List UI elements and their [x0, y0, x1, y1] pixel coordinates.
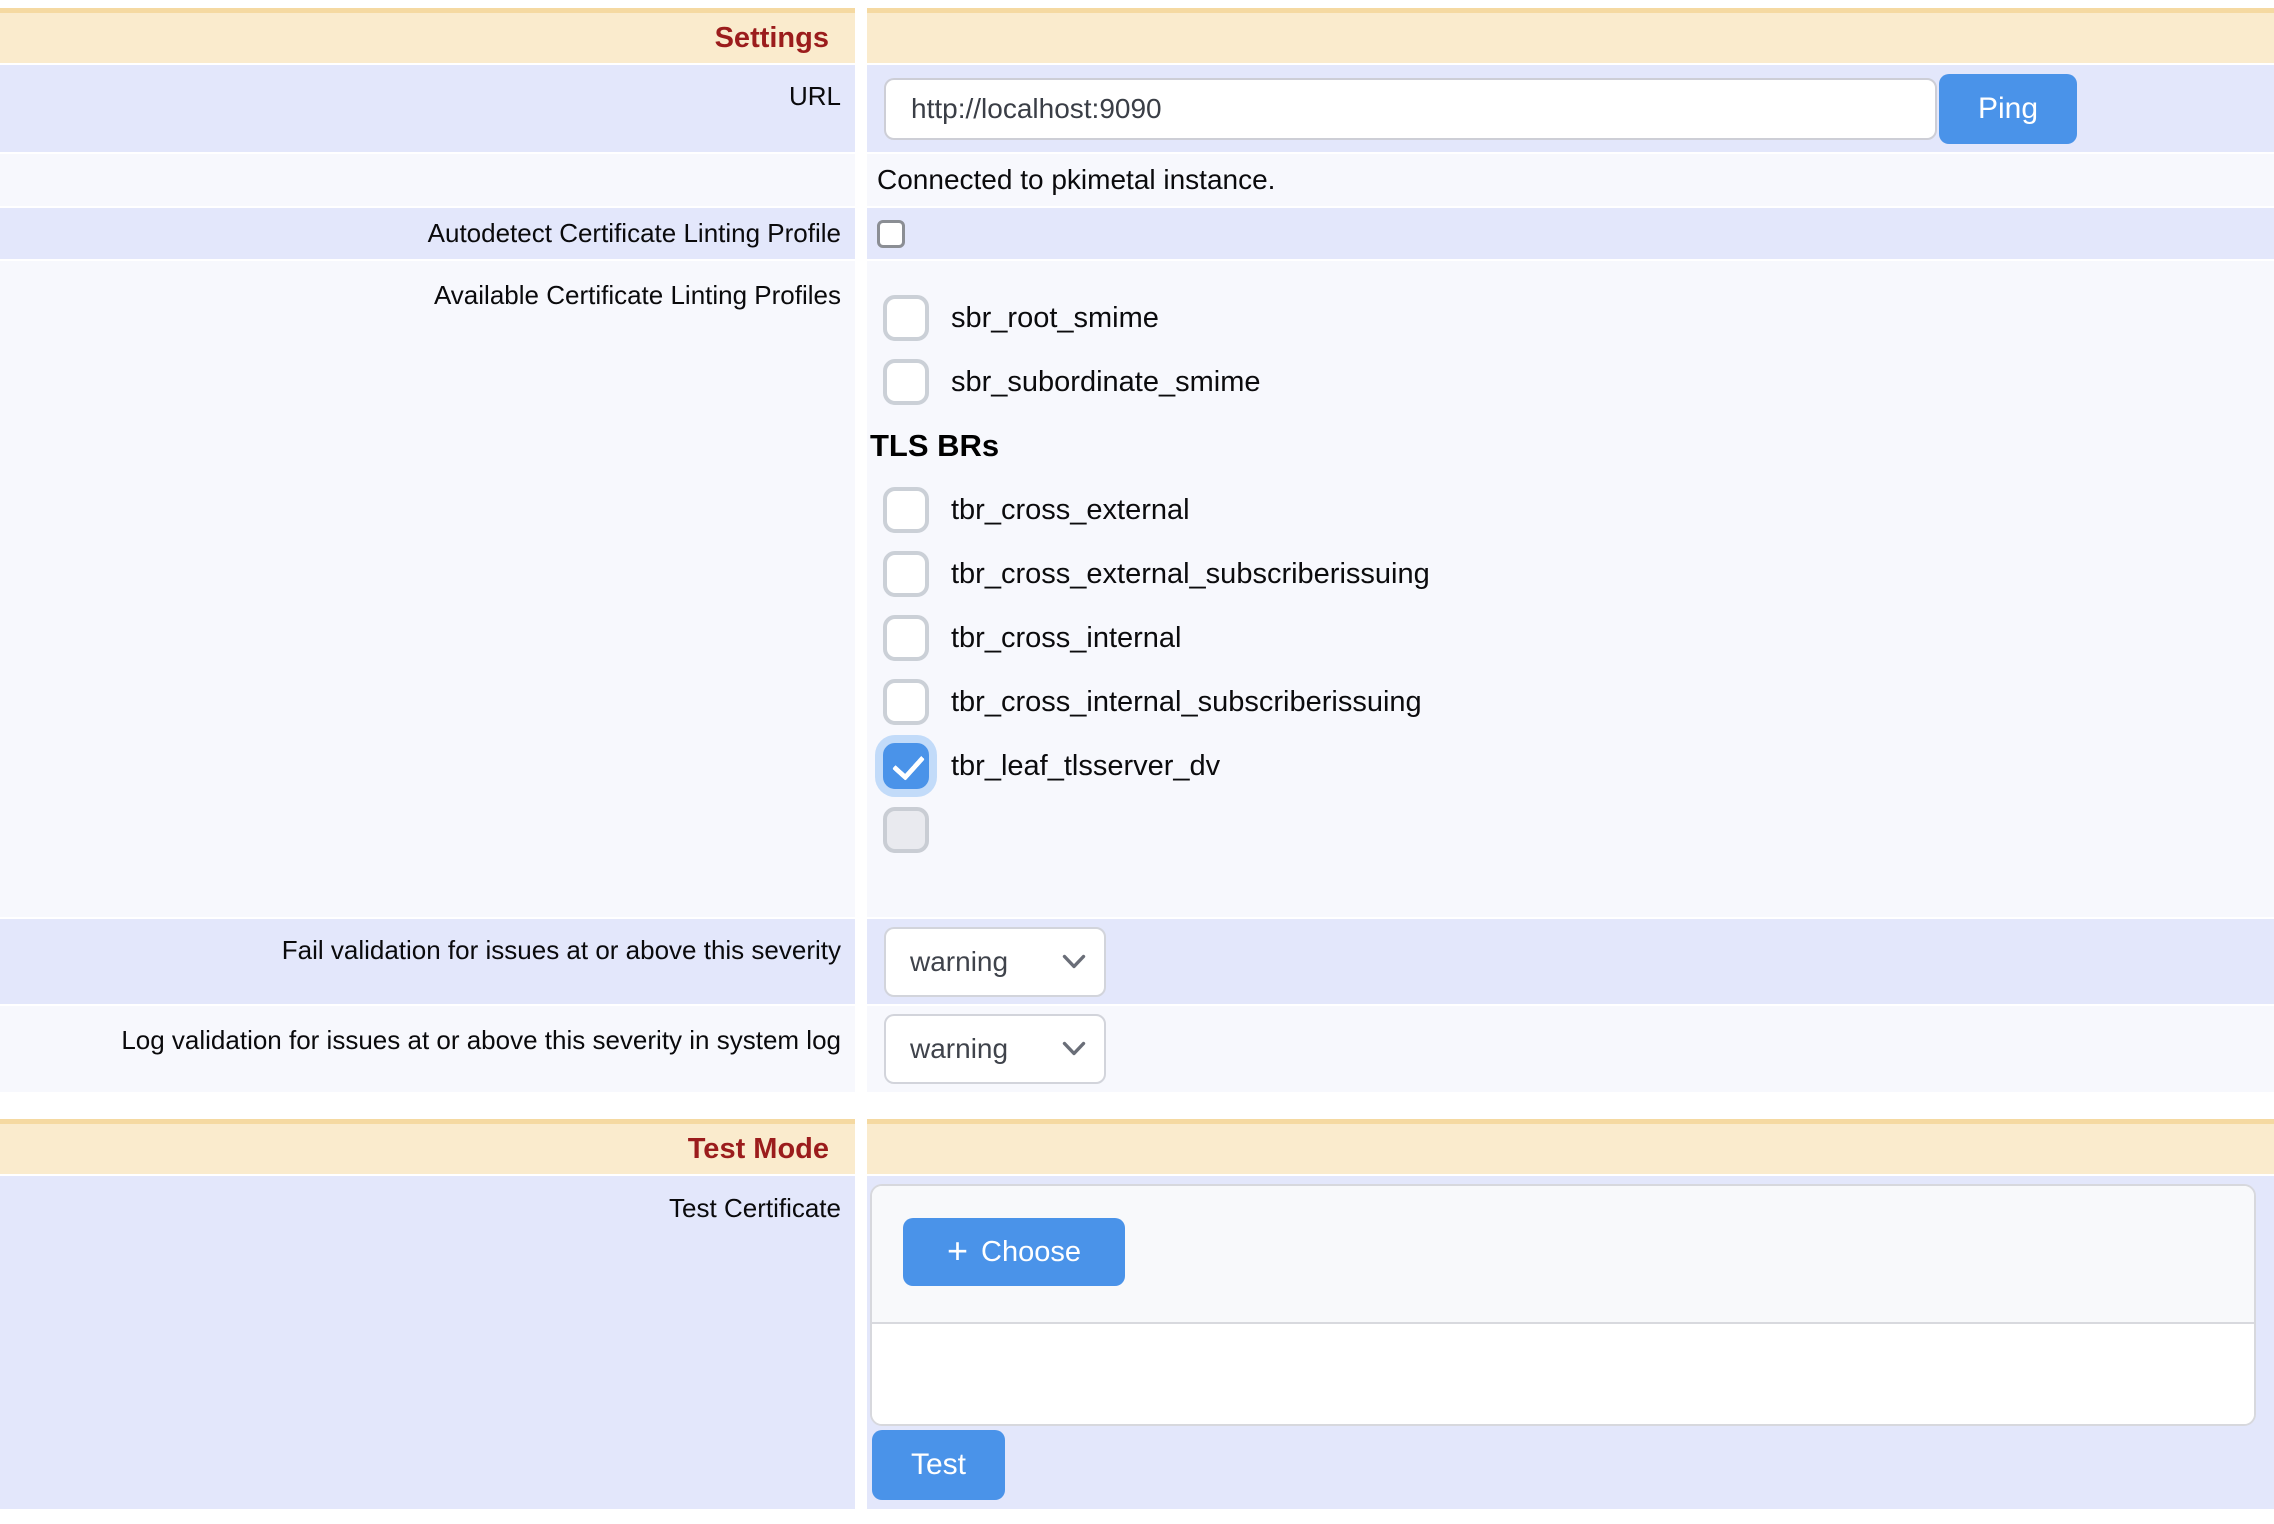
profile-list-item: tbr_leaf_tlsserver_dv [867, 741, 2274, 791]
url-label: URL [789, 81, 841, 112]
log-severity-select[interactable]: warning [884, 1014, 1106, 1084]
plus-icon: + [947, 1233, 968, 1269]
test-mode-header-row: Test Mode [0, 1119, 2274, 1174]
fail-severity-value: warning [910, 946, 1008, 978]
chevron-down-icon [1062, 954, 1086, 970]
settings-header-spacer [867, 8, 2274, 63]
log-severity-label-cell: Log validation for issues at or above th… [0, 1006, 855, 1092]
test-certificate-label-cell: Test Certificate [0, 1176, 855, 1509]
test-certificate-label: Test Certificate [669, 1193, 841, 1224]
profiles-list: sbr_root_smime sbr_subordinate_smime TLS B… [867, 261, 2274, 917]
test-mode-header-cell: Test Mode [0, 1119, 855, 1174]
test-button[interactable]: Test [872, 1430, 1005, 1500]
autodetect-label-cell: Autodetect Certificate Linting Profile [0, 208, 855, 259]
fail-severity-field-cell: warning [867, 919, 2274, 1004]
status-cell: Connected to pkimetal instance. [867, 154, 2274, 206]
profiles-label-cell: Available Certificate Linting Profiles [0, 261, 855, 917]
profile-list-item: tbr_cross_external_subscriberissuing [867, 549, 2274, 599]
test-button-label: Test [911, 1448, 966, 1482]
url-label-cell: URL [0, 65, 855, 152]
url-input[interactable] [884, 78, 1937, 140]
profile-checkbox[interactable] [883, 807, 929, 853]
settings-section-title: Settings [715, 22, 829, 55]
status-row: Connected to pkimetal instance. [0, 154, 2274, 206]
profile-label[interactable]: sbr_root_smime [951, 302, 1159, 335]
upload-panel-toolbar: + Choose [872, 1186, 2254, 1324]
ping-button-label: Ping [1978, 92, 2038, 126]
chevron-down-icon [1062, 1041, 1086, 1057]
url-field-cell: Ping [867, 65, 2274, 152]
fail-severity-row: Fail validation for issues at or above t… [0, 919, 2274, 1004]
ping-button[interactable]: Ping [1939, 74, 2077, 144]
fail-severity-select[interactable]: warning [884, 927, 1106, 997]
profile-checkbox[interactable] [883, 743, 929, 789]
profiles-label: Available Certificate Linting Profiles [434, 280, 841, 311]
profile-label[interactable]: sbr_subordinate_smime [951, 366, 1260, 399]
profile-label[interactable]: tbr_cross_external_subscriberissuing [951, 558, 1430, 591]
choose-file-button-label: Choose [981, 1236, 1081, 1269]
autodetect-row: Autodetect Certificate Linting Profile [0, 208, 2274, 259]
profile-list-item [867, 805, 2274, 855]
status-label-cell [0, 154, 855, 206]
settings-header-cell: Settings [0, 8, 855, 63]
profile-list-item: sbr_root_smime [867, 293, 2274, 343]
settings-header-row: Settings [0, 8, 2274, 63]
log-severity-label: Log validation for issues at or above th… [121, 1025, 841, 1056]
profile-checkbox[interactable] [883, 359, 929, 405]
upload-panel-content [872, 1324, 2254, 1424]
profile-checkbox[interactable] [883, 679, 929, 725]
test-mode-header-spacer [867, 1119, 2274, 1174]
profile-checkbox[interactable] [883, 295, 929, 341]
profiles-group-heading: TLS BRs [867, 421, 2274, 471]
fail-severity-label: Fail validation for issues at or above t… [282, 935, 841, 966]
profile-list-item: sbr_subordinate_smime [867, 357, 2274, 407]
profile-checkbox[interactable] [883, 615, 929, 661]
test-certificate-field-cell: + Choose Test [867, 1176, 2274, 1509]
profile-checkbox[interactable] [883, 487, 929, 533]
autodetect-label: Autodetect Certificate Linting Profile [428, 218, 841, 249]
profile-list-item: tbr_cross_internal_subscriberissuing [867, 677, 2274, 727]
test-mode-section-title: Test Mode [688, 1133, 829, 1166]
profile-label[interactable]: tbr_cross_internal_subscriberissuing [951, 686, 1422, 719]
connection-status-text: Connected to pkimetal instance. [877, 164, 1275, 196]
profile-list-item: tbr_cross_internal [867, 613, 2274, 663]
profiles-row: Available Certificate Linting Profiles s… [0, 261, 2274, 917]
url-row: URL Ping [0, 65, 2274, 152]
fail-severity-label-cell: Fail validation for issues at or above t… [0, 919, 855, 1004]
profile-checkbox[interactable] [883, 551, 929, 597]
pkimetal-settings-page: Settings URL Ping Connected to pkimetal … [0, 0, 2274, 1524]
certificate-upload-dropzone[interactable]: + Choose [870, 1184, 2256, 1426]
profile-label[interactable]: tbr_cross_internal [951, 622, 1182, 655]
log-severity-field-cell: warning [867, 1006, 2274, 1092]
profile-label[interactable]: tbr_leaf_tlsserver_dv [951, 750, 1220, 783]
test-mode-section: Test Mode Test Certificate + Choose [0, 1119, 2274, 1509]
autodetect-field-cell [867, 208, 2274, 259]
profile-list-item: tbr_cross_external [867, 485, 2274, 535]
log-severity-row: Log validation for issues at or above th… [0, 1006, 2274, 1092]
choose-file-button[interactable]: + Choose [903, 1218, 1125, 1286]
log-severity-value: warning [910, 1033, 1008, 1065]
autodetect-checkbox[interactable] [877, 220, 905, 248]
settings-section: Settings URL Ping Connected to pkimetal … [0, 8, 2274, 1092]
profile-label[interactable]: tbr_cross_external [951, 494, 1190, 527]
test-certificate-row: Test Certificate + Choose Test [0, 1176, 2274, 1509]
